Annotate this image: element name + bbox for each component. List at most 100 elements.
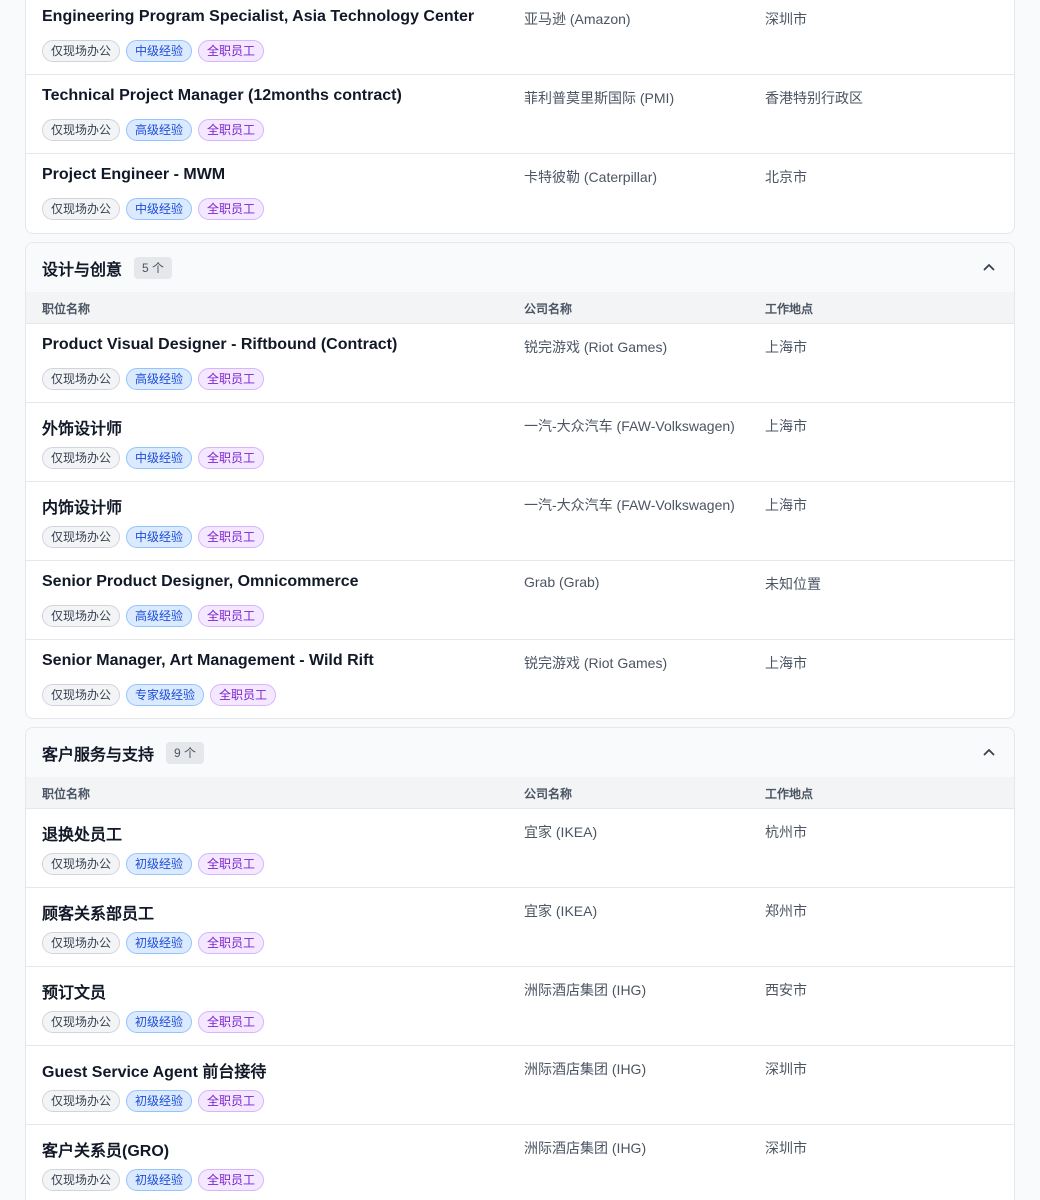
section-header[interactable]: 客户服务与支持 9 个 <box>26 728 1014 777</box>
job-tags: 仅现场办公 中级经验 全职员工 <box>42 40 265 62</box>
work-mode-tag: 仅现场办公 <box>42 447 121 469</box>
job-title-link[interactable]: 预订文员 <box>42 979 106 1003</box>
employment-type-tag: 全职员工 <box>198 1090 265 1112</box>
work-mode-tag: 仅现场办公 <box>42 1090 121 1112</box>
work-mode-tag: 仅现场办公 <box>42 368 121 390</box>
job-title-link[interactable]: Senior Product Designer, Omnicommerce <box>42 573 359 591</box>
job-row[interactable]: 外饰设计师 一汽-大众汽车 (FAW-Volkswagen) 上海市 仅现场办公 中级经… <box>26 403 1014 482</box>
section-count-badge: 9 个 <box>166 741 205 764</box>
company-name: 亚马逊 (Amazon) <box>524 11 631 27</box>
job-row[interactable]: 预订文员 洲际酒店集团 (IHG) 西安市 仅现场办公 初级经验 全职员工 <box>26 967 1014 1046</box>
job-title-link[interactable]: 顾客关系部员工 <box>42 900 154 924</box>
experience-level-tag: 高级经验 <box>126 119 193 141</box>
experience-level-tag: 高级经验 <box>126 368 193 390</box>
job-location: 西安市 <box>765 982 807 998</box>
employment-type-tag: 全职员工 <box>210 684 277 706</box>
job-tags: 仅现场办公 初级经验 全职员工 <box>42 1090 265 1112</box>
chevron-up-icon[interactable] <box>982 260 996 274</box>
job-row[interactable]: 内饰设计师 一汽-大众汽车 (FAW-Volkswagen) 上海市 仅现场办公 中级经… <box>26 482 1014 561</box>
employment-type-tag: 全职员工 <box>198 119 265 141</box>
experience-level-tag: 中级经验 <box>126 198 193 220</box>
company-name: 锐完游戏 (Riot Games) <box>524 339 668 355</box>
job-row[interactable]: Senior Product Designer, Omnicommerce Gra… <box>26 561 1014 640</box>
experience-level-tag: 初级经验 <box>126 932 193 954</box>
job-row[interactable]: Project Engineer - MWM 卡特彼勒 (Caterpillar)… <box>26 154 1014 233</box>
section-title: 设计与创意 <box>42 261 123 279</box>
column-header-title: 职位名称 <box>42 787 91 801</box>
employment-type-tag: 全职员工 <box>198 40 265 62</box>
job-title-link[interactable]: 退换处员工 <box>42 821 122 845</box>
job-tags: 仅现场办公 中级经验 全职员工 <box>42 447 265 469</box>
column-header-row: 职位名称 公司名称 工作地点 <box>26 777 1014 809</box>
work-mode-tag: 仅现场办公 <box>42 684 121 706</box>
job-location: 深圳市 <box>765 1140 807 1156</box>
employment-type-tag: 全职员工 <box>198 1011 265 1033</box>
experience-level-tag: 高级经验 <box>126 605 193 627</box>
job-location: 上海市 <box>765 339 807 355</box>
experience-level-tag: 初级经验 <box>126 1090 193 1112</box>
employment-type-tag: 全职员工 <box>198 605 265 627</box>
job-tags: 仅现场办公 初级经验 全职员工 <box>42 1169 265 1191</box>
job-section-design: 设计与创意 5 个 职位名称 公司名称 工作地点 Product Visual … <box>25 242 1015 719</box>
work-mode-tag: 仅现场办公 <box>42 526 121 548</box>
employment-type-tag: 全职员工 <box>198 853 265 875</box>
experience-level-tag: 初级经验 <box>126 853 193 875</box>
employment-type-tag: 全职员工 <box>198 198 265 220</box>
experience-level-tag: 中级经验 <box>126 526 193 548</box>
job-row[interactable]: Guest Service Agent 前台接待 洲际酒店集团 (IHG) 深圳市仅… <box>26 1046 1014 1125</box>
job-row[interactable]: 客户关系员(GRO) 洲际酒店集团 (IHG) 深圳市仅现场办公 初级经验 全职员工 <box>26 1125 1014 1200</box>
work-mode-tag: 仅现场办公 <box>42 605 121 627</box>
company-name: 洲际酒店集团 (IHG) <box>524 1140 647 1156</box>
company-name: 洲际酒店集团 (IHG) <box>524 982 647 998</box>
company-name: 菲利普莫里斯国际 (PMI) <box>524 90 675 106</box>
job-row[interactable]: Engineering Program Specialist, Asia Tec… <box>26 0 1014 75</box>
job-row[interactable]: Technical Project Manager (12months cont… <box>26 75 1014 154</box>
job-row[interactable]: 顾客关系部员工 宜家 (IKEA) 郑州市 仅现场办公 初级经验 全职员工 <box>26 888 1014 967</box>
job-title-link[interactable]: Technical Project Manager (12months cont… <box>42 87 402 105</box>
company-name: Grab (Grab) <box>524 574 600 590</box>
company-name: 洲际酒店集团 (IHG) <box>524 1061 647 1077</box>
job-row[interactable]: Senior Manager, Art Management - Wild Ri… <box>26 640 1014 718</box>
column-header-company: 公司名称 <box>524 787 573 801</box>
section-header[interactable]: 设计与创意 5 个 <box>26 243 1014 292</box>
job-row[interactable]: Product Visual Designer - Riftbound (Con… <box>26 324 1014 403</box>
job-location: 深圳市 <box>765 1061 807 1077</box>
experience-level-tag: 专家级经验 <box>126 684 205 706</box>
job-title-link[interactable]: Guest Service Agent 前台接待 <box>42 1058 266 1082</box>
experience-level-tag: 初级经验 <box>126 1169 193 1191</box>
employment-type-tag: 全职员工 <box>198 526 265 548</box>
job-tags: 仅现场办公 初级经验 全职员工 <box>42 853 265 875</box>
company-name: 卡特彼勒 (Caterpillar) <box>524 169 658 185</box>
job-tags: 仅现场办公 高级经验 全职员工 <box>42 368 265 390</box>
work-mode-tag: 仅现场办公 <box>42 198 121 220</box>
chevron-up-icon[interactable] <box>982 745 996 759</box>
job-location: 深圳市 <box>765 11 807 27</box>
experience-level-tag: 中级经验 <box>126 447 193 469</box>
column-header-title: 职位名称 <box>42 302 91 316</box>
company-name: 一汽-大众汽车 (FAW-Volkswagen) <box>524 497 735 513</box>
job-location: 上海市 <box>765 655 807 671</box>
job-row[interactable]: 退换处员工 宜家 (IKEA) 杭州市 仅现场办公 初级经验 全职员工 <box>26 809 1014 888</box>
job-tags: 仅现场办公 高级经验 全职员工 <box>42 605 265 627</box>
job-title-link[interactable]: Senior Manager, Art Management - Wild Ri… <box>42 652 374 670</box>
job-tags: 仅现场办公 专家级经验 全职员工 <box>42 684 277 706</box>
job-tags: 仅现场办公 中级经验 全职员工 <box>42 526 265 548</box>
job-title-link[interactable]: Engineering Program Specialist, Asia Tec… <box>42 8 474 26</box>
job-tags: 仅现场办公 中级经验 全职员工 <box>42 198 265 220</box>
job-title-link[interactable]: 外饰设计师 <box>42 415 122 439</box>
work-mode-tag: 仅现场办公 <box>42 40 121 62</box>
job-list-page: Engineering Program Specialist, Asia Tec… <box>0 0 1040 1200</box>
job-location: 上海市 <box>765 418 807 434</box>
job-title-link[interactable]: 内饰设计师 <box>42 494 122 518</box>
column-header-row: 职位名称 公司名称 工作地点 <box>26 292 1014 324</box>
job-title-link[interactable]: 客户关系员(GRO) <box>42 1137 169 1161</box>
work-mode-tag: 仅现场办公 <box>42 119 121 141</box>
job-title-link[interactable]: Product Visual Designer - Riftbound (Con… <box>42 336 397 354</box>
job-location: 杭州市 <box>765 824 807 840</box>
employment-type-tag: 全职员工 <box>198 932 265 954</box>
company-name: 宜家 (IKEA) <box>524 903 598 919</box>
job-title-link[interactable]: Project Engineer - MWM <box>42 166 225 184</box>
company-name: 锐完游戏 (Riot Games) <box>524 655 668 671</box>
job-location: 未知位置 <box>765 576 821 592</box>
section-title: 客户服务与支持 <box>42 746 155 764</box>
